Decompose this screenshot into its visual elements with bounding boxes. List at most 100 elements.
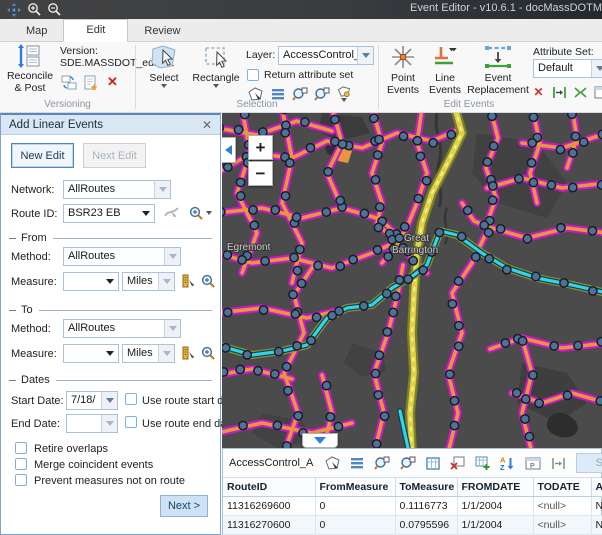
from-measure-arrow[interactable] [102,273,118,290]
point-event-marker[interactable] [322,208,330,216]
point-event-marker[interactable] [222,208,225,216]
table-select-icon[interactable] [325,455,340,471]
point-event-marker[interactable] [273,421,281,429]
use-route-start-date-checkbox[interactable] [125,393,137,405]
point-event-marker[interactable] [550,342,558,350]
attribute-panel-icon[interactable]: P [525,455,541,471]
column-header[interactable]: TODATE [533,478,591,497]
point-event-marker[interactable] [222,368,228,376]
zoom-to-route-caret[interactable] [206,211,212,215]
point-event-marker[interactable] [286,159,294,167]
point-event-marker[interactable] [409,257,417,265]
point-event-marker[interactable] [392,292,400,300]
point-event-marker[interactable] [597,338,602,346]
use-route-end-date-checkbox[interactable] [125,416,137,428]
point-event-marker[interactable] [580,138,588,146]
point-event-marker[interactable] [271,370,279,378]
point-event-marker[interactable] [413,137,421,145]
column-header[interactable]: FromMeasure [315,478,395,497]
point-event-marker[interactable] [503,266,511,274]
sort-az-icon[interactable]: AZ [500,455,515,471]
point-event-marker[interactable] [472,253,480,261]
point-event-marker[interactable] [395,276,403,284]
select-route-icon[interactable] [163,205,180,221]
end-date-arrow[interactable] [101,415,117,432]
reconcile-post-button[interactable]: Reconcile & Post [5,44,55,94]
collapse-table-button[interactable] [302,433,338,448]
point-event-marker[interactable] [371,369,379,377]
point-event-marker[interactable] [360,209,368,217]
prevent-measures-checkbox[interactable] [15,474,27,486]
point-event-marker[interactable] [328,311,336,319]
point-event-marker[interactable] [326,413,334,421]
point-event-marker[interactable] [275,347,283,355]
point-event-marker[interactable] [557,224,565,232]
point-event-marker[interactable] [419,266,427,274]
to-measure-combo[interactable] [63,344,119,363]
point-event-marker[interactable] [480,221,488,229]
table-row[interactable]: 1131626960000.11167731/1/2004<null>N [223,497,602,516]
point-event-marker[interactable] [404,275,412,283]
point-event-marker[interactable] [515,175,523,183]
point-event-marker[interactable] [529,178,537,186]
point-event-marker[interactable] [238,256,246,264]
point-event-marker[interactable] [237,192,245,200]
point-event-marker[interactable] [284,387,292,395]
attribute-set-arrow[interactable] [591,60,602,77]
to-method-arrow[interactable] [164,320,180,337]
attribute-set-select[interactable]: Default [533,59,602,78]
point-event-marker[interactable] [598,130,602,138]
point-event-marker[interactable] [222,344,230,352]
map-zoom-in-button[interactable]: + [248,135,273,160]
point-events-button[interactable]: Point Events [384,44,422,96]
point-event-marker[interactable] [563,391,571,399]
point-event-marker[interactable] [568,113,576,119]
rectangle-dropdown-caret[interactable] [213,84,219,88]
point-event-marker[interactable] [306,144,314,152]
layer-select[interactable]: AccessControl_A [278,46,374,65]
point-event-marker[interactable] [297,279,305,287]
from-zoom-icon[interactable] [200,273,217,289]
point-event-marker[interactable] [522,395,530,403]
table-split-event-icon[interactable] [551,455,566,471]
point-event-marker[interactable] [234,126,242,134]
point-event-marker[interactable] [259,306,267,314]
point-event-marker[interactable] [450,421,458,429]
event-replacement-button[interactable]: Event Replacement [468,44,528,96]
to-measure-arrow[interactable] [102,345,118,362]
point-event-marker[interactable] [489,196,497,204]
point-event-marker[interactable] [464,206,472,214]
retire-overlaps-checkbox[interactable] [15,442,27,454]
point-event-marker[interactable] [239,421,247,429]
point-event-marker[interactable] [450,397,458,405]
event-attributes-panel-icon[interactable] [593,84,602,100]
layer-select-arrow[interactable] [357,47,373,64]
rectangle-tool-button[interactable]: Rectangle [190,44,242,88]
point-event-marker[interactable] [401,223,409,231]
point-event-marker[interactable] [485,255,493,263]
point-event-marker[interactable] [501,339,509,347]
select-dropdown-caret[interactable] [161,84,167,88]
map-zoom-out-button[interactable]: − [248,161,273,186]
point-event-marker[interactable] [375,135,383,143]
point-event-marker[interactable] [525,432,533,440]
point-event-marker[interactable] [224,163,232,171]
from-measure-combo[interactable] [63,272,119,291]
point-event-marker[interactable] [547,181,555,189]
point-event-marker[interactable] [446,370,454,378]
point-event-marker[interactable] [429,139,437,147]
zoom-out-icon[interactable] [44,2,64,18]
table-list-icon[interactable] [350,455,364,471]
point-event-marker[interactable] [490,142,498,150]
collapse-panel-button[interactable] [222,137,236,163]
to-unit-arrow[interactable] [158,345,174,362]
start-date-input[interactable]: 7/18/ [66,391,118,410]
point-event-marker[interactable] [338,140,346,148]
point-event-marker[interactable] [569,149,577,157]
column-header[interactable]: RouteID [223,478,315,497]
point-event-marker[interactable] [371,176,379,184]
delete-event-icon[interactable]: ✕ [530,84,547,100]
point-event-marker[interactable] [236,178,244,186]
point-event-marker[interactable] [571,132,579,140]
point-event-marker[interactable] [375,351,383,359]
